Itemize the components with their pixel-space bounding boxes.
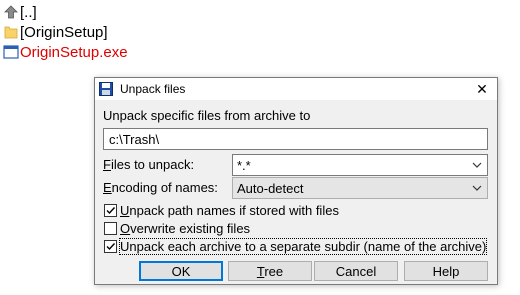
target-path-input[interactable]: c:\Trash\ <box>103 128 488 150</box>
file-row-label: [..] <box>20 3 37 21</box>
checkbox-unchecked[interactable] <box>104 222 117 235</box>
files-to-unpack-value: *.* <box>237 157 251 173</box>
cancel-button[interactable]: Cancel <box>314 261 398 281</box>
chevron-down-icon <box>471 181 483 195</box>
checkbox-label: Unpack path names if stored with files <box>120 203 339 218</box>
target-path-value: c:\Trash\ <box>109 131 160 147</box>
file-row-label: OriginSetup.exe <box>20 43 128 61</box>
ok-button[interactable]: OK <box>139 261 223 281</box>
separate-subdir-checkbox[interactable]: Unpack each archive to a separate subdir… <box>104 238 488 255</box>
file-row-parent[interactable]: [..] <box>3 2 128 22</box>
close-button[interactable]: ✕ <box>467 78 497 100</box>
unpack-path-names-checkbox[interactable]: Unpack path names if stored with files <box>104 203 339 218</box>
ok-label: OK <box>171 263 191 279</box>
help-button[interactable]: Help <box>404 261 488 281</box>
close-icon: ✕ <box>476 80 488 97</box>
checkbox-label: Overwrite existing files <box>120 221 251 236</box>
file-row-label: [OriginSetup] <box>20 23 108 41</box>
checkbox-label: Unpack each archive to a separate subdir… <box>118 238 488 255</box>
dialog-titlebar[interactable]: Unpack files ✕ <box>95 78 497 100</box>
tree-label: Tree <box>256 263 284 279</box>
file-row-exe[interactable]: OriginSetup.exe <box>3 42 128 62</box>
files-to-unpack-combo[interactable]: *.* <box>232 154 488 176</box>
up-arrow-icon <box>3 4 19 20</box>
chevron-down-icon <box>471 158 483 172</box>
tree-button[interactable]: Tree <box>228 261 312 281</box>
encoding-label: Encoding of names: <box>103 180 218 195</box>
help-label: Help <box>432 263 460 279</box>
unpack-to-label: Unpack specific files from archive to <box>103 108 311 123</box>
checkbox-checked[interactable] <box>104 240 117 253</box>
files-to-unpack-label: Files to unpack: <box>103 157 195 172</box>
dialog-title: Unpack files <box>120 82 186 96</box>
exe-file-icon <box>3 44 19 60</box>
encoding-select[interactable]: Auto-detect <box>232 177 488 199</box>
unpack-files-dialog: Unpack files ✕ Unpack specific files fro… <box>94 77 498 285</box>
file-row-folder[interactable]: [OriginSetup] <box>3 22 128 42</box>
archive-icon <box>98 81 114 97</box>
encoding-value: Auto-detect <box>237 180 304 196</box>
checkbox-checked[interactable] <box>104 204 117 217</box>
file-list: [..] [OriginSetup] OriginSetup.exe <box>3 2 128 62</box>
overwrite-existing-checkbox[interactable]: Overwrite existing files <box>104 221 250 236</box>
folder-icon <box>3 24 19 40</box>
cancel-label: Cancel <box>335 263 377 279</box>
